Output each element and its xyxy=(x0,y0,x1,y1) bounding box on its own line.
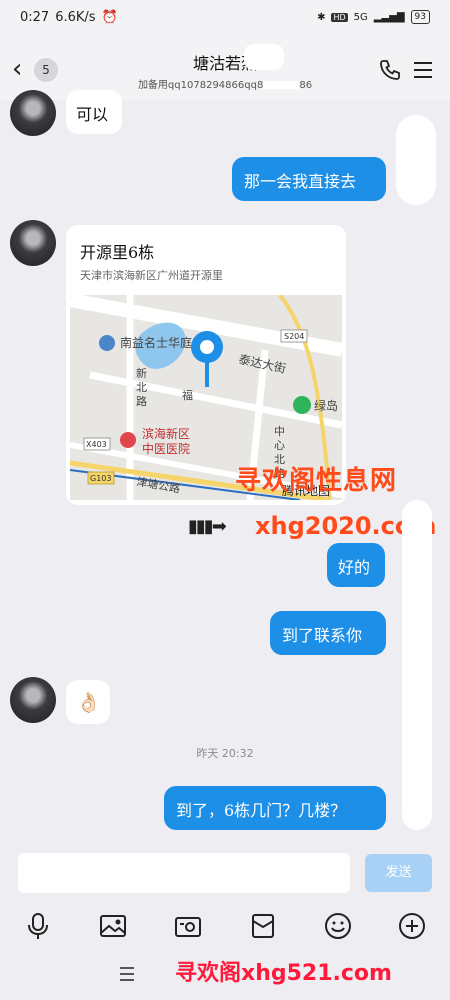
map-label: 中 xyxy=(274,425,285,438)
status-bar: 0:27 6.6K/s ⏰ ✱ HD 5G ▂▃▅▇ 93 xyxy=(0,0,450,40)
battery-icon: 93 xyxy=(410,10,430,24)
add-icon[interactable] xyxy=(397,911,427,941)
emoji-icon[interactable] xyxy=(323,911,353,941)
location-address: 天津市滨海新区广州道开源里 xyxy=(80,269,223,282)
map-label: S204 xyxy=(284,332,304,341)
chat-header: ‹ 5 塘沽若烈 加备用qq1078294866qq8 86 xyxy=(0,40,450,100)
message-bubble[interactable]: 到了，6栋几门？几楼？ xyxy=(164,786,386,830)
redaction-mark xyxy=(263,81,300,89)
watermark-text: 寻欢阁xhg521.com xyxy=(175,961,392,986)
menu-icon[interactable] xyxy=(118,964,136,984)
menu-icon[interactable] xyxy=(412,58,434,82)
status-left: 0:27 6.6K/s ⏰ xyxy=(20,10,118,25)
emoji-ok-hand: 👌🏻 xyxy=(76,690,101,714)
arrow-icon: ▮▮▮➡ xyxy=(188,516,227,537)
map-label: 绿岛 xyxy=(314,398,338,413)
map-label: 南益名士华庭 xyxy=(120,335,192,350)
message-bubble[interactable]: 可以 xyxy=(66,90,122,134)
message-text: 到了联系你 xyxy=(282,626,363,645)
message-input[interactable] xyxy=(18,853,350,893)
map-label: 路 xyxy=(136,395,147,408)
map-label: 心 xyxy=(274,439,285,452)
map-label: G103 xyxy=(90,474,111,483)
message-bubble[interactable]: 好的 xyxy=(327,543,385,587)
contact-avatar[interactable] xyxy=(10,677,56,723)
message-text: 好的 xyxy=(338,558,371,577)
location-name: 开源里6栋 xyxy=(80,243,155,262)
input-toolbar xyxy=(0,905,450,950)
map-label: 福 xyxy=(182,388,193,402)
timestamp-label: 昨天 20:32 xyxy=(196,747,254,760)
map-label: 中医医院 xyxy=(142,441,190,456)
contact-avatar[interactable] xyxy=(10,90,56,136)
message-text: 可以 xyxy=(76,105,109,124)
send-button[interactable]: 发送 xyxy=(365,854,432,892)
watermark-text: 寻欢阁性息网 xyxy=(235,466,398,496)
map-label: X403 xyxy=(86,440,107,449)
message-bubble[interactable]: 那一会我直接去 xyxy=(232,157,386,201)
signal-icon: ▂▃▅▇ xyxy=(373,11,405,23)
redaction-mark xyxy=(396,115,436,205)
chat-subtitle-tail: 86 xyxy=(299,80,313,91)
map-label: 滨海新区 xyxy=(142,426,190,441)
bluetooth-icon: ✱ xyxy=(317,11,326,23)
map-label: 新 xyxy=(136,366,147,380)
message-text: 那一会我直接去 xyxy=(244,172,357,191)
message-bubble[interactable]: 👌🏻 xyxy=(66,680,110,724)
status-right: ✱ HD 5G ▂▃▅▇ 93 xyxy=(317,10,430,24)
network-label: 5G xyxy=(353,11,368,23)
image-icon[interactable] xyxy=(98,911,128,941)
phone-call-icon[interactable] xyxy=(378,58,402,82)
microphone-icon[interactable] xyxy=(23,911,53,941)
redaction-mark xyxy=(402,500,432,830)
alarm-icon: ⏰ xyxy=(101,10,118,25)
map-label: 北 xyxy=(136,381,147,394)
camera-icon[interactable] xyxy=(173,911,203,941)
status-time: 0:27 xyxy=(20,10,50,25)
chat-subtitle-text: 加备用qq1078294866qq8 xyxy=(137,80,264,91)
status-speed: 6.6K/s xyxy=(55,10,96,25)
red-packet-icon[interactable] xyxy=(248,911,278,941)
contact-avatar[interactable] xyxy=(10,220,56,266)
redaction-mark xyxy=(244,44,284,70)
message-text: 到了，6栋几门？几楼？ xyxy=(176,801,347,820)
message-bubble[interactable]: 到了联系你 xyxy=(270,611,386,655)
hd-icon: HD xyxy=(331,12,348,22)
